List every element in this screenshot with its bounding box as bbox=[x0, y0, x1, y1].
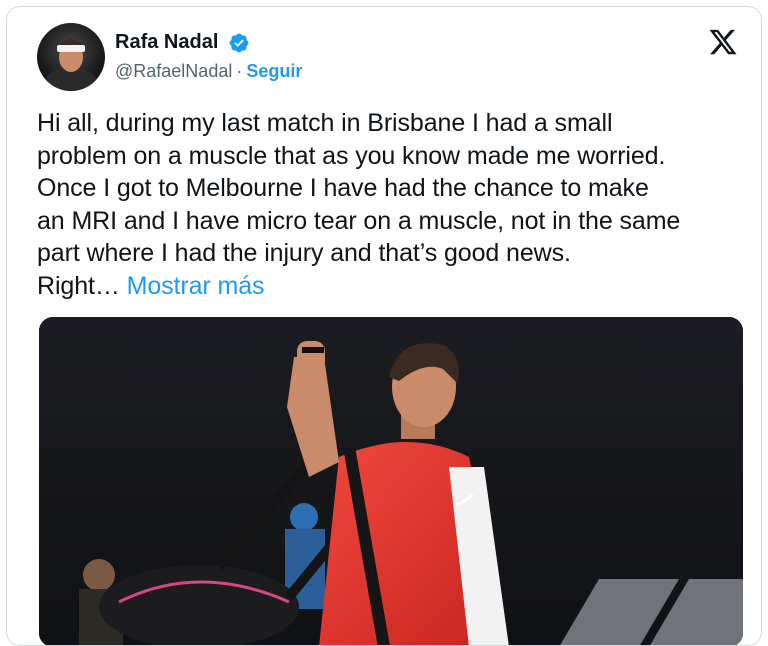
tweet-line: problem on a muscle that as you know mad… bbox=[37, 141, 666, 170]
separator-dot: · bbox=[236, 61, 243, 81]
follow-button[interactable]: Seguir bbox=[246, 61, 302, 82]
tweet-line: Hi all, during my last match in Brisbane… bbox=[37, 109, 613, 137]
show-more-link[interactable]: Mostrar más bbox=[127, 272, 265, 300]
handle-row: @RafaelNadal · Seguir bbox=[115, 61, 302, 82]
tweet-line: an MRI and I have micro tear on a muscle… bbox=[37, 206, 681, 235]
tweet-card[interactable]: Rafa Nadal @RafaelNadal · Seguir Hi all,… bbox=[6, 6, 762, 646]
tweet-last-line: Right… Mostrar más bbox=[37, 270, 747, 303]
tweet-photo[interactable] bbox=[39, 317, 743, 645]
tweet-line: Once I got to Melbourne I have had the c… bbox=[37, 174, 649, 202]
avatar[interactable] bbox=[37, 23, 105, 91]
tweet-line: part where I had the injury and that’s g… bbox=[37, 239, 571, 267]
x-logo-icon[interactable] bbox=[707, 27, 739, 57]
tweet-truncated-text: Right… bbox=[37, 271, 120, 300]
author-handle[interactable]: @RafaelNadal bbox=[115, 61, 232, 82]
verified-badge-icon bbox=[229, 33, 249, 53]
author-name[interactable]: Rafa Nadal bbox=[115, 31, 218, 54]
tweet-text: Hi all, during my last match in Brisbane… bbox=[37, 107, 747, 302]
